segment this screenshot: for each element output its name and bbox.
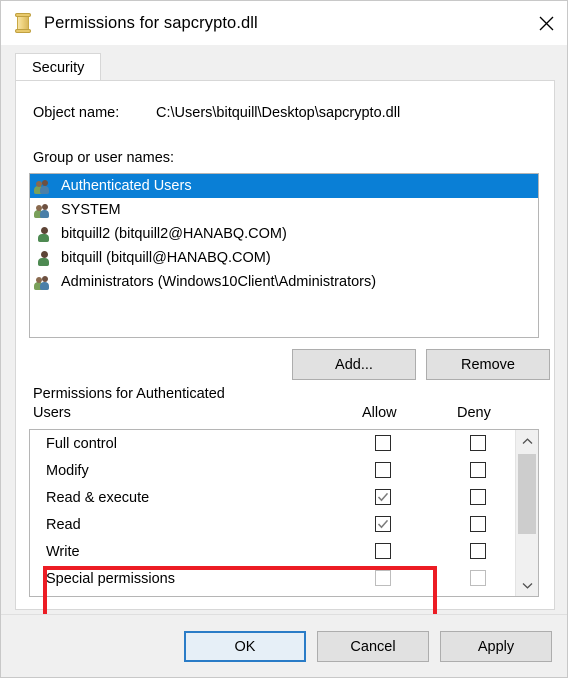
deny-checkbox[interactable] [470,435,486,451]
permission-label: Modify [46,462,89,479]
allow-checkbox[interactable] [375,516,391,532]
table-row[interactable]: Special permissions [30,565,516,592]
group-icon [34,273,54,291]
permissions-heading-line1: Permissions for Authenticated [33,386,225,402]
user-icon [34,225,54,243]
permission-label: Read [46,516,81,533]
deny-checkbox[interactable] [470,489,486,505]
permission-label: Full control [46,435,117,452]
table-row[interactable]: Modify [30,457,516,484]
scroll-up-icon[interactable] [516,430,538,452]
deny-checkbox[interactable] [470,570,486,586]
apply-button[interactable]: Apply [440,631,552,662]
group-or-user-names-label: Group or user names: [33,150,175,166]
list-item[interactable]: bitquill2 (bitquill2@HANABQ.COM) [30,222,538,246]
tab-security[interactable]: Security [15,53,102,81]
group-icon [34,201,54,219]
list-item[interactable]: bitquill (bitquill@HANABQ.COM) [30,246,538,270]
group-icon [34,177,54,195]
list-item-label: Authenticated Users [61,178,192,194]
title-bar: Permissions for sapcrypto.dll [1,1,567,45]
list-item[interactable]: Authenticated Users [30,174,538,198]
allow-checkbox[interactable] [375,489,391,505]
deny-checkbox[interactable] [470,462,486,478]
permissions-dialog: Permissions for sapcrypto.dll Security O… [0,0,568,678]
tab-strip: Security [1,45,567,81]
user-icon [34,249,54,267]
allow-checkbox[interactable] [375,570,391,586]
list-item[interactable]: SYSTEM [30,198,538,222]
group-or-user-names-list[interactable]: Authenticated Users SYSTEM bitquill2 (bi… [29,173,539,338]
table-row[interactable]: Read & execute [30,484,516,511]
deny-column-header: Deny [457,405,491,421]
object-name-label: Object name: [33,105,120,121]
permission-label: Read & execute [46,489,150,506]
cancel-button[interactable]: Cancel [317,631,429,662]
list-item-label: Administrators (Windows10Client\Administ… [61,274,377,290]
permission-label: Write [46,543,80,560]
allow-checkbox[interactable] [375,435,391,451]
ok-button[interactable]: OK [184,631,306,662]
table-row[interactable]: Read [30,511,516,538]
list-item-label: bitquill (bitquill@HANABQ.COM) [61,250,271,266]
permissions-scroll-icon [15,13,31,33]
permission-label: Special permissions [46,570,175,587]
deny-checkbox[interactable] [470,543,486,559]
permissions-scroll-area: Full control Modify Read & execute Read … [30,430,516,596]
remove-button[interactable]: Remove [426,349,550,380]
scroll-down-icon[interactable] [516,574,538,596]
allow-checkbox[interactable] [375,543,391,559]
allow-checkbox[interactable] [375,462,391,478]
list-item-label: SYSTEM [61,202,121,218]
table-row[interactable]: Full control [30,430,516,457]
list-item[interactable]: Administrators (Windows10Client\Administ… [30,270,538,294]
object-name-value: C:\Users\bitquill\Desktop\sapcrypto.dll [156,105,401,121]
window-title: Permissions for sapcrypto.dll [44,13,258,32]
scrollbar-thumb[interactable] [518,454,536,534]
deny-checkbox[interactable] [470,516,486,532]
permissions-heading-line2: Users [33,405,71,421]
permissions-scrollbar[interactable] [515,430,538,596]
table-row[interactable]: Write [30,538,516,565]
allow-column-header: Allow [362,405,397,421]
add-button[interactable]: Add... [292,349,416,380]
close-icon[interactable] [523,1,567,45]
permissions-list[interactable]: Full control Modify Read & execute Read … [29,429,539,597]
dialog-footer: OK Cancel Apply [1,614,567,677]
security-tab-page: Object name: C:\Users\bitquill\Desktop\s… [15,80,555,621]
list-item-label: bitquill2 (bitquill2@HANABQ.COM) [61,226,287,242]
